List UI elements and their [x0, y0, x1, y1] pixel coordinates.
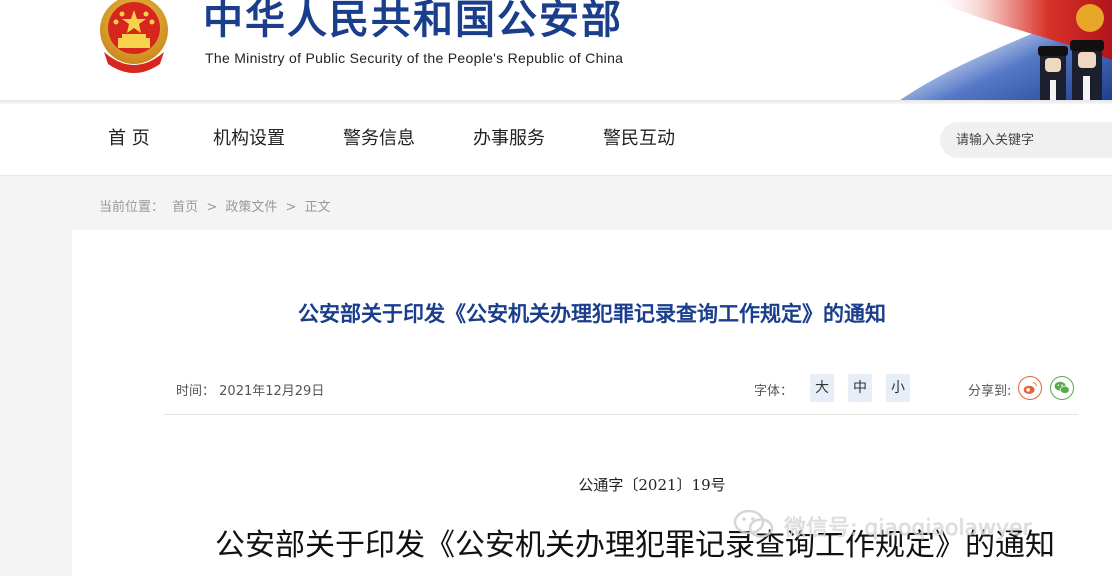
watermark-text: 微信号: qiaoqiaolawyer — [784, 516, 1032, 541]
article-title: 公安部关于印发《公安机关办理犯罪记录查询工作规定》的通知 — [298, 302, 886, 326]
document-number: 公通字〔2021〕19号 — [578, 476, 726, 494]
nav-item-organization[interactable]: 机构设置 — [213, 104, 285, 176]
breadcrumb-separator: > — [206, 200, 218, 215]
breadcrumb-separator: > — [285, 200, 297, 215]
share-label: 分享到: — [968, 384, 1012, 399]
breadcrumb-policy[interactable]: 政策文件 — [225, 200, 277, 215]
time-value: 2021年12月29日 — [219, 384, 325, 399]
nav-item-services[interactable]: 办事服务 — [473, 104, 545, 176]
weibo-icon[interactable] — [1018, 376, 1042, 400]
nav-item-home[interactable]: 首 页 — [108, 104, 150, 176]
breadcrumb: 当前位置： 首页 > 政策文件 > 正文 — [99, 196, 335, 215]
wechat-icon[interactable] — [1050, 376, 1074, 400]
breadcrumb-prefix: 当前位置： — [99, 200, 165, 215]
breadcrumb-home[interactable]: 首页 — [172, 200, 198, 215]
breadcrumb-current: 正文 — [304, 200, 331, 215]
police-banner-image — [900, 0, 1112, 100]
publish-time: 时间： 2021年12月29日 — [176, 380, 324, 399]
national-emblem-icon[interactable] — [94, 0, 174, 74]
site-title[interactable]: 中华人民共和国公安部 — [203, 0, 623, 44]
site-title-english: The Ministry of Public Security of the P… — [205, 50, 624, 66]
nav-item-interaction[interactable]: 警民互动 — [603, 104, 675, 176]
wechat-watermark-icon — [733, 509, 774, 538]
font-large-button[interactable]: 大 — [810, 374, 834, 402]
meta-divider — [164, 414, 1078, 415]
site-header: 中华人民共和国公安部 The Ministry of Public Securi… — [0, 0, 1112, 100]
font-size-label: 字体： — [754, 384, 794, 399]
search-box — [940, 122, 1112, 158]
search-input[interactable] — [940, 122, 1100, 158]
time-label: 时间： — [176, 384, 216, 399]
nav-item-police-info[interactable]: 警务信息 — [343, 104, 415, 176]
font-medium-button[interactable]: 中 — [848, 374, 872, 402]
font-small-button[interactable]: 小 — [886, 374, 910, 402]
main-nav: 首 页 机构设置 警务信息 办事服务 警民互动 — [0, 104, 1112, 176]
